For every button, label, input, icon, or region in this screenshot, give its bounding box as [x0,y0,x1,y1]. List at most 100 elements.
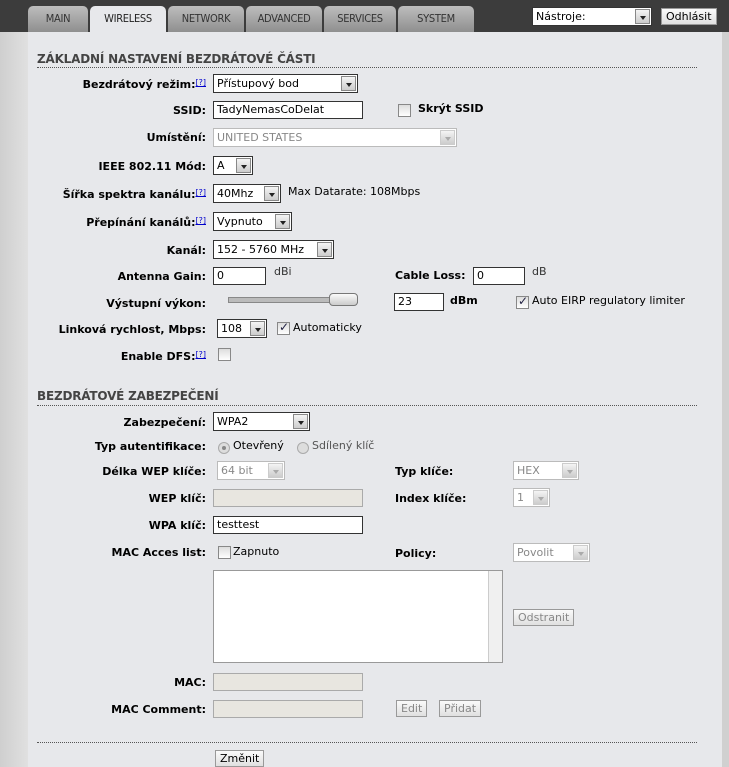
key-type-value: HEX [517,464,540,477]
country-select[interactable]: UNITED STATES [213,128,457,147]
chevron-down-icon [562,463,577,478]
right-margin [722,32,729,767]
scrollbar[interactable] [488,571,502,662]
auto-rate-label: Automaticky [293,321,362,334]
wep-key-input[interactable] [213,489,363,507]
tools-select[interactable]: Nástroje: [532,7,652,26]
link-rate-select[interactable]: 108 [217,319,267,338]
section-title-security: BEZDRÁTOVÉ ZABEZPEČENÍ [37,389,219,403]
edit-button[interactable]: Edit [396,700,428,717]
mac-comment-input[interactable] [213,700,363,718]
wpa-key-input[interactable]: testtest [213,516,363,534]
chevron-down-icon [236,158,251,173]
channel-select[interactable]: 152 - 5760 MHz [213,240,334,259]
hide-ssid-checkbox[interactable] [398,104,411,117]
key-type-label: Typ klíče: [395,465,454,478]
mac-acl-checkbox[interactable] [218,546,231,559]
ssid-label: SSID: [173,104,206,117]
mac-label: MAC: [174,676,206,689]
security-value: WPA2 [217,415,249,428]
wireless-mode-value: Přístupový bod [217,77,299,90]
wireless-mode-select[interactable]: Přístupový bod [213,74,358,93]
tab-wireless[interactable]: WIRELESS [90,6,166,32]
channel-shifting-select[interactable]: Vypnuto [213,212,292,231]
key-index-value: 1 [517,491,524,504]
wep-length-value: 64 bit [221,464,253,477]
chevron-down-icon [573,545,588,560]
tab-advanced[interactable]: ADVANCED [246,6,322,32]
link-rate-label: Linková rychlost, Mbps: [58,323,206,336]
chevron-down-icon [533,490,548,505]
output-power-label: Výstupní výkon: [106,297,206,310]
help-link[interactable]: [?] [196,216,207,225]
chevron-down-icon [317,242,332,257]
output-power-unit: dBm [450,294,478,307]
section-title-basic: ZÁKLADNÍ NASTAVENÍ BEZDRÁTOVÉ ČÁSTI [37,52,316,66]
output-power-input[interactable]: 23 [394,293,444,311]
hide-ssid-label: Skrýt SSID [418,102,484,115]
channel-label: Kanál: [166,244,206,257]
key-index-label: Index klíče: [395,492,467,505]
chevron-down-icon [341,76,356,91]
auth-open-label: Otevřený [233,439,284,452]
auto-eirp-checkbox[interactable] [516,294,529,309]
wep-length-select[interactable]: 64 bit [217,461,285,480]
mac-input[interactable] [213,673,363,691]
channel-width-select[interactable]: 40Mhz [213,184,281,203]
remove-button[interactable]: Odstranit [513,609,575,626]
chevron-down-icon [440,130,455,145]
channel-width-label: Šířka spektra kanálu:[?] [63,188,206,201]
tab-system[interactable]: SYSTEM [398,6,474,32]
logout-button[interactable]: Odhlásit [661,8,717,25]
chevron-down-icon [275,214,290,229]
mac-comment-label: MAC Comment: [111,703,206,716]
country-label: Umístění: [146,131,206,144]
tools-select-value: Nástroje: [536,10,586,23]
auto-rate-checkbox[interactable] [277,320,290,335]
chevron-down-icon [250,321,265,336]
ieee-mode-label: IEEE 802.11 Mód: [98,160,206,173]
ieee-mode-value: A [217,159,225,172]
chevron-down-icon [635,9,650,24]
antenna-gain-input[interactable]: 0 [213,267,266,285]
auth-shared-radio[interactable] [297,442,309,454]
channel-shifting-label-text: Přepínání kanálů: [86,216,196,229]
mode-label-text: Bezdrátový režim: [82,78,196,91]
wep-length-label: Délka WEP klíče: [102,465,206,478]
security-select[interactable]: WPA2 [213,412,310,431]
tab-services[interactable]: SERVICES [324,6,396,32]
channel-value: 152 - 5760 MHz [217,243,304,256]
left-margin [0,32,28,767]
wep-key-label: WEP klíč: [148,492,206,505]
help-link[interactable]: [?] [196,350,207,359]
chevron-down-icon [268,463,283,478]
mac-list[interactable] [213,570,503,663]
cable-loss-unit: dB [532,265,547,278]
chevron-down-icon [293,414,308,429]
ieee-mode-select[interactable]: A [213,156,253,175]
cable-loss-label: Cable Loss: [395,269,466,282]
policy-select[interactable]: Povolit [513,543,590,562]
key-type-select[interactable]: HEX [513,461,579,480]
cable-loss-input[interactable]: 0 [473,267,525,285]
country-value: UNITED STATES [217,131,303,144]
channel-shifting-value: Vypnuto [217,215,263,228]
slider-handle[interactable] [329,293,358,306]
channel-shifting-label: Přepínání kanálů:[?] [86,216,206,229]
help-link[interactable]: [?] [196,78,207,87]
tab-network[interactable]: NETWORK [168,6,244,32]
tab-main[interactable]: MAIN [28,6,88,32]
auth-open-radio[interactable] [218,442,230,454]
change-button[interactable]: Změnit [215,750,265,767]
add-button[interactable]: Přidat [439,700,482,717]
enable-dfs-checkbox[interactable] [218,348,231,361]
help-link[interactable]: [?] [196,188,207,197]
link-rate-value: 108 [221,322,242,335]
antenna-gain-label: Antenna Gain: [117,270,206,283]
divider [37,67,697,68]
policy-value: Povolit [517,546,554,559]
max-datarate: Max Datarate: 108Mbps [288,185,421,198]
key-index-select[interactable]: 1 [513,488,550,507]
ssid-input[interactable]: TadyNemasCoDelat [213,101,363,119]
auto-eirp-label: Auto EIRP regulatory limiter [532,294,685,307]
